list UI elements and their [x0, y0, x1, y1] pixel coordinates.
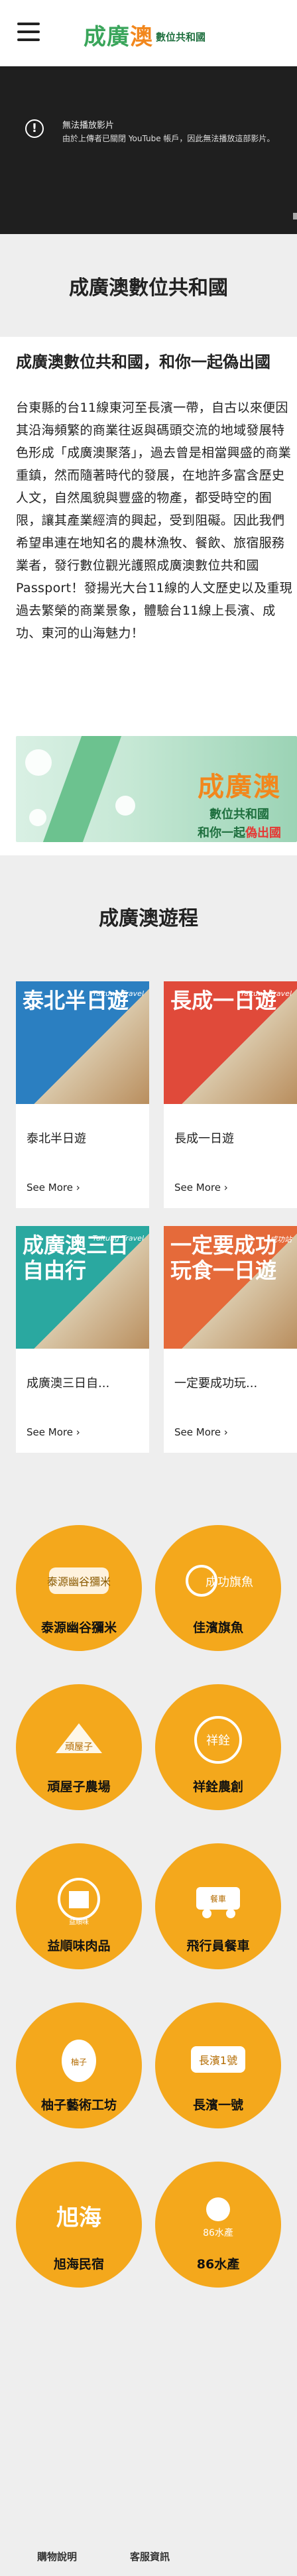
shop-logo-icon: 祥銓 — [182, 1713, 255, 1766]
site-logo[interactable]: 成廣澳 數位共和國 — [84, 19, 206, 50]
shop-badge[interactable]: 旭海 旭海民宿 — [16, 2162, 142, 2288]
shop-name: 柚子藝術工坊 — [40, 2098, 117, 2113]
shop-logo-icon: 柚子 — [42, 2032, 115, 2085]
shop-badge[interactable]: 益順味 益順味肉品 — [16, 1843, 142, 1969]
page-title: 成廣澳數位共和國 — [69, 276, 228, 300]
tour-title: 長成一日遊 — [174, 1132, 234, 1146]
tours-title: 成廣澳遊程 — [99, 907, 198, 930]
tour-title: 一定要成功玩... — [174, 1377, 258, 1390]
shop-badge[interactable]: 長濱1號 長濱一號 — [155, 2002, 281, 2128]
svg-text:泰源幽谷獼米: 泰源幽谷獼米 — [47, 1575, 111, 1588]
video-player[interactable]: ! 無法播放影片 由於上傳者已關閉 YouTube 帳戶，因此無法播放這部影片。 — [0, 66, 297, 234]
tour-image-sub: Taitung Travel — [92, 989, 144, 998]
see-more-link[interactable]: See More › — [174, 1182, 228, 1194]
tour-image: 長成一日遊 Taitung Travel — [164, 981, 297, 1104]
banner-text: 成廣澳 數位共和國 和你一起偽出國 — [198, 765, 281, 841]
svg-text:成功旗魚: 成功旗魚 — [206, 1575, 253, 1589]
tours-section: 成廣澳遊程 泰北半日遊 Taitung Travel 泰北半日遊 See Mor… — [0, 855, 297, 2513]
shop-name: 頑屋子農場 — [47, 1780, 111, 1794]
shop-badge[interactable]: 餐車 飛行員餐車 — [155, 1843, 281, 1969]
shop-logo-icon: 成功旗魚 — [182, 1554, 255, 1607]
shop-logo-icon: 餐車 — [182, 1872, 255, 1926]
shop-logo-icon: 泰源幽谷獼米 — [42, 1554, 115, 1607]
tour-image-sub: Taitung Travel — [240, 989, 292, 998]
banner-road-graphic — [42, 736, 122, 842]
shop-logo-icon: 86水產 — [182, 2191, 255, 2244]
svg-text:長濱1號: 長濱1號 — [199, 2054, 237, 2067]
footer-col-service: 客服資訊 常見問題聯絡我們 — [130, 2549, 170, 2563]
video-control-handle[interactable] — [293, 213, 297, 219]
svg-text:旭海: 旭海 — [56, 2205, 101, 2231]
tour-title: 成廣澳三日自... — [27, 1377, 110, 1390]
footer-heading: 客服資訊 — [130, 2551, 170, 2563]
tour-card[interactable]: 成廣澳三日自由行 Taitung Travel 成廣澳三日自... See Mo… — [16, 1226, 149, 1453]
video-error-message: 由於上傳者已關閉 YouTube 帳戶，因此無法播放這部影片。 — [62, 134, 275, 143]
shop-name: 飛行員餐車 — [186, 1939, 250, 1953]
logo-sub-text: 數位共和國 — [156, 29, 206, 44]
shop-name: 長濱一號 — [192, 2098, 243, 2113]
shop-logo-icon: 旭海 — [42, 2191, 115, 2244]
svg-text:86水產: 86水產 — [203, 2227, 233, 2239]
svg-text:頑屋子: 頑屋子 — [65, 1742, 93, 1752]
svg-text:祥銓: 祥銓 — [206, 1734, 230, 1748]
shop-badge[interactable]: 祥銓 祥銓農創 — [155, 1684, 281, 1810]
shop-name: 佳濱旗魚 — [192, 1621, 243, 1635]
shop-badge[interactable]: 頑屋子 頑屋子農場 — [16, 1684, 142, 1810]
shop-badge[interactable]: 泰源幽谷獼米 泰源幽谷獼米 — [16, 1525, 142, 1651]
svg-text:益順味: 益順味 — [69, 1918, 89, 1926]
shop-logo-icon: 頑屋子 — [42, 1713, 115, 1766]
shop-logo-icon: 益順味 — [42, 1872, 115, 1926]
shop-name: 旭海民宿 — [53, 2257, 104, 2272]
footer-col-shopping: 購物說明 隱私政策服務條款退換貨方式會員權益 — [37, 2549, 77, 2563]
shop-badge[interactable]: 86水產 86水產 — [155, 2162, 281, 2288]
shop-name: 86水產 — [196, 2257, 240, 2272]
see-more-link[interactable]: See More › — [27, 1426, 80, 1438]
tour-title: 泰北半日遊 — [27, 1132, 86, 1146]
tour-image: 泰北半日遊 Taitung Travel — [16, 981, 149, 1104]
shop-name: 祥銓農創 — [192, 1780, 243, 1794]
banner-small-text: 數位共和國 — [209, 808, 269, 822]
banner-big-text: 成廣澳 — [198, 772, 281, 802]
banner-decoration — [25, 749, 52, 776]
shop-name: 泰源幽谷獼米 — [40, 1621, 117, 1635]
tour-image-sub: 成功站 — [270, 1235, 292, 1244]
tour-card[interactable]: 一定要成功玩食一日遊 成功站 一定要成功玩... See More › — [164, 1226, 297, 1453]
site-header: 成廣澳 數位共和國 — [0, 0, 297, 66]
intro-body: 台東縣的台11線東河至長濱一帶，自古以來便因其沿海頻繁的商業往返與碼頭交流的地域… — [16, 400, 292, 641]
banner-decoration — [29, 809, 46, 826]
shop-badge[interactable]: 柚子 柚子藝術工坊 — [16, 2002, 142, 2128]
video-error-title: 無法播放影片 — [62, 121, 115, 131]
tour-image: 一定要成功玩食一日遊 成功站 — [164, 1226, 297, 1349]
tour-image: 成廣澳三日自由行 Taitung Travel — [16, 1226, 149, 1349]
intro-section: 成廣澳數位共和國，和你一起偽出國 台東縣的台11線東河至長濱一帶，自古以來便因其… — [16, 343, 294, 644]
tour-image-sub: Taitung Travel — [92, 1234, 144, 1243]
menu-icon[interactable] — [17, 23, 40, 41]
banner-tagline: 和你一起偽出國 — [198, 826, 281, 840]
shop-logo-icon: 長濱1號 — [182, 2032, 255, 2085]
logo-main-text: 成廣澳 — [84, 23, 153, 50]
svg-text:餐車: 餐車 — [210, 1894, 226, 1904]
tour-card[interactable]: 長成一日遊 Taitung Travel 長成一日遊 See More › — [164, 981, 297, 1208]
page-title-section: 成廣澳數位共和國 — [0, 234, 297, 337]
tour-card[interactable]: 泰北半日遊 Taitung Travel 泰北半日遊 See More › — [16, 981, 149, 1208]
intro-heading: 成廣澳數位共和國，和你一起偽出國 — [16, 353, 270, 371]
shop-badge[interactable]: 成功旗魚 佳濱旗魚 — [155, 1525, 281, 1651]
see-more-link[interactable]: See More › — [27, 1182, 80, 1194]
footer-heading: 購物說明 — [37, 2551, 78, 2563]
promo-banner[interactable]: 成廣澳 數位共和國 和你一起偽出國 — [16, 736, 297, 842]
shop-name: 益順味肉品 — [47, 1939, 111, 1953]
info-icon: ! — [25, 119, 44, 138]
see-more-link[interactable]: See More › — [174, 1426, 228, 1438]
svg-text:柚子: 柚子 — [71, 2057, 87, 2067]
banner-decoration — [115, 796, 135, 816]
site-footer: 購物說明 隱私政策服務條款退換貨方式會員權益 客服資訊 常見問題聯絡我們 — [0, 2513, 297, 2576]
